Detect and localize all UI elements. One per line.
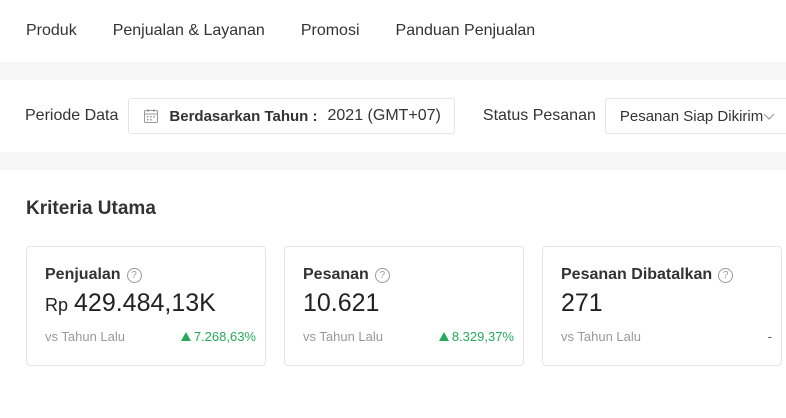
metric-card-cancelled-orders: Pesanan Dibatalkan ? 271 vs Tahun Lalu - [542,246,782,366]
metric-title-text: Penjualan [45,266,121,283]
metric-value-text: 429.484,13K [74,289,216,317]
metric-card-sales: Penjualan ? Rp 429.484,13K vs Tahun Lalu… [26,246,266,366]
metric-value: 10.621 [303,289,379,318]
metric-value: Rp 429.484,13K [45,289,216,318]
nav-item-panduan-penjualan[interactable]: Panduan Penjualan [396,22,536,40]
metric-title: Pesanan ? [303,266,390,284]
filter-bar: Periode Data Berdasarkan Tahun : 2021 (G… [0,80,786,152]
metric-title-text: Pesanan [303,266,369,283]
metric-title-text: Pesanan Dibatalkan [561,266,713,283]
metric-change: 8.329,37% [438,329,514,344]
help-icon[interactable]: ? [718,267,734,283]
arrow-up-icon [438,332,449,341]
metric-compare-label: vs Tahun Lalu [561,329,641,344]
metric-change-text: - [767,329,772,344]
key-metrics-section: Kriteria Utama Penjualan ? Rp 429.484,13… [0,170,786,418]
metric-change-text: 7.268,63% [193,329,256,344]
nav-item-promosi[interactable]: Promosi [301,22,360,40]
date-period-picker[interactable]: Berdasarkan Tahun : 2021 (GMT+07) [128,98,455,134]
nav-item-produk[interactable]: Produk [26,22,77,40]
metric-title: Pesanan Dibatalkan ? [561,266,734,284]
period-label: Periode Data [25,107,119,124]
top-navigation: Produk Penjualan & Layanan Promosi Pandu… [0,0,786,62]
metric-card-orders: Pesanan ? 10.621 vs Tahun Lalu 8.329,37% [284,246,524,366]
metric-change: - [768,329,772,344]
chevron-down-icon [763,110,775,122]
section-title: Kriteria Utama [26,198,156,219]
metric-change-text: 8.329,37% [451,329,514,344]
metric-value-text: 10.621 [303,289,380,317]
currency-prefix: Rp [45,295,69,315]
order-status-select[interactable]: Pesanan Siap Dikirim [604,98,786,134]
help-icon[interactable]: ? [374,267,390,283]
arrow-up-icon [180,332,191,341]
metric-value-text: 271 [561,289,603,317]
nav-item-penjualan-layanan[interactable]: Penjualan & Layanan [113,22,265,40]
metric-compare-label: vs Tahun Lalu [303,329,383,344]
calendar-icon [143,108,159,124]
metric-value: 271 [561,289,603,318]
date-prefix: Berdasarkan Tahun : [169,107,318,125]
metric-compare-label: vs Tahun Lalu [45,329,125,344]
help-icon[interactable]: ? [126,267,142,283]
date-value: 2021 (GMT+07) [327,107,441,124]
metric-change: 7.268,63% [180,329,256,344]
metric-title: Penjualan ? [45,266,142,284]
order-status-value: Pesanan Siap Dikirim [619,107,764,125]
order-status-label: Status Pesanan [482,107,596,124]
